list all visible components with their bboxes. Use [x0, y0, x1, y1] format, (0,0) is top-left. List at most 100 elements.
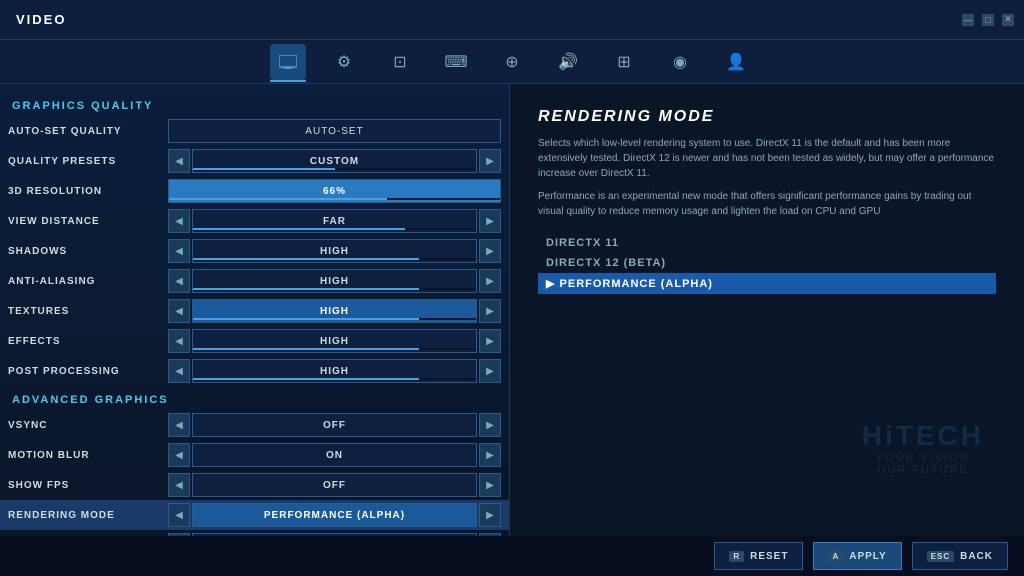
anti-aliasing-right[interactable]: ▶ [479, 269, 501, 293]
setting-row-effects[interactable]: EFFECTS ◀ HIGH ▶ [0, 326, 509, 356]
setting-row-view-distance[interactable]: VIEW DISTANCE ◀ FAR ▶ [0, 206, 509, 236]
setting-row-motion-blur[interactable]: MOTION BLUR ◀ ON ▶ [0, 440, 509, 470]
control-anti-aliasing: ◀ HIGH ▶ [168, 269, 501, 293]
tab-audio[interactable]: 🔊 [550, 44, 586, 80]
label-shadows: SHADOWS [8, 246, 168, 257]
tab-gamepad1[interactable]: ⊕ [494, 44, 530, 80]
setting-row-vsync[interactable]: VSYNC ◀ OFF ▶ [0, 410, 509, 440]
control-auto-set: AUTO-SET [168, 119, 501, 143]
rendering-mode-right[interactable]: ▶ [479, 503, 501, 527]
tab-network[interactable]: ⊞ [606, 44, 642, 80]
label-auto-set: AUTO-SET QUALITY [8, 126, 168, 137]
value-quality-presets: CUSTOM [192, 149, 477, 173]
show-fps-left[interactable]: ◀ [168, 473, 190, 497]
setting-row-anti-aliasing[interactable]: ANTI-ALIASING ◀ HIGH ▶ [0, 266, 509, 296]
control-post-processing: ◀ HIGH ▶ [168, 359, 501, 383]
tab-display[interactable]: ⊡ [382, 44, 418, 80]
main-content: GRAPHICS QUALITY AUTO-SET QUALITY AUTO-S… [0, 84, 1024, 536]
setting-row-textures[interactable]: TEXTURES ◀ HIGH ▶ [0, 296, 509, 326]
value-3d-resolution[interactable]: 66% [168, 179, 501, 203]
quality-presets-right[interactable]: ▶ [479, 149, 501, 173]
setting-row-rendering-mode[interactable]: RENDERING MODE ◀ PERFORMANCE (ALPHA) ▶ [0, 500, 509, 530]
post-processing-left[interactable]: ◀ [168, 359, 190, 383]
shadows-right[interactable]: ▶ [479, 239, 501, 263]
vsync-right[interactable]: ▶ [479, 413, 501, 437]
label-anti-aliasing: ANTI-ALIASING [8, 276, 168, 287]
control-3d-resolution: 66% [168, 179, 501, 203]
back-button[interactable]: ESC BACK [912, 542, 1008, 570]
maximize-button[interactable]: □ [982, 14, 994, 26]
rendering-mode-left[interactable]: ◀ [168, 503, 190, 527]
tab-user[interactable]: 👤 [718, 44, 754, 80]
label-quality-presets: QUALITY PRESETS [8, 156, 168, 167]
show-fps-right[interactable]: ▶ [479, 473, 501, 497]
control-vsync: ◀ OFF ▶ [168, 413, 501, 437]
section-graphics-quality: GRAPHICS QUALITY [0, 92, 509, 116]
control-quality-presets: ◀ CUSTOM ▶ [168, 149, 501, 173]
view-distance-right[interactable]: ▶ [479, 209, 501, 233]
rendering-options: DIRECTX 11 DIRECTX 12 (BETA) ▶ PERFORMAN… [538, 233, 996, 294]
label-post-processing: POST PROCESSING [8, 366, 168, 377]
setting-row-auto-set[interactable]: AUTO-SET QUALITY AUTO-SET [0, 116, 509, 146]
textures-right[interactable]: ▶ [479, 299, 501, 323]
vsync-left[interactable]: ◀ [168, 413, 190, 437]
label-motion-blur: MOTION BLUR [8, 450, 168, 461]
textures-left[interactable]: ◀ [168, 299, 190, 323]
effects-left[interactable]: ◀ [168, 329, 190, 353]
left-panel: GRAPHICS QUALITY AUTO-SET QUALITY AUTO-S… [0, 84, 510, 536]
label-vsync: VSYNC [8, 420, 168, 431]
render-option-dx12[interactable]: DIRECTX 12 (BETA) [538, 253, 996, 273]
back-key: ESC [927, 551, 954, 562]
value-textures: HIGH [192, 299, 477, 323]
tab-video[interactable] [270, 44, 306, 80]
control-view-distance: ◀ FAR ▶ [168, 209, 501, 233]
control-show-fps: ◀ OFF ▶ [168, 473, 501, 497]
value-view-distance: FAR [192, 209, 477, 233]
reset-button[interactable]: R RESET [714, 542, 803, 570]
value-post-processing: HIGH [192, 359, 477, 383]
render-option-performance[interactable]: ▶ PERFORMANCE (ALPHA) [538, 273, 996, 294]
render-option-arrow: ▶ [546, 278, 560, 290]
rendering-mode-title: RENDERING MODE [538, 108, 996, 126]
setting-row-3d-resolution[interactable]: 3D RESOLUTION 66% [0, 176, 509, 206]
window-controls: — □ ✕ [962, 14, 1014, 26]
anti-aliasing-left[interactable]: ◀ [168, 269, 190, 293]
motion-blur-left[interactable]: ◀ [168, 443, 190, 467]
value-motion-blur: ON [192, 443, 477, 467]
control-rendering-mode: ◀ PERFORMANCE (ALPHA) ▶ [168, 503, 501, 527]
title-bar: VIDEO — □ ✕ [0, 0, 1024, 40]
setting-row-post-processing[interactable]: POST PROCESSING ◀ HIGH ▶ [0, 356, 509, 386]
bottom-bar: R RESET A APPLY ESC BACK [0, 536, 1024, 576]
value-show-fps: OFF [192, 473, 477, 497]
motion-blur-right[interactable]: ▶ [479, 443, 501, 467]
apply-button[interactable]: A APPLY [813, 542, 901, 570]
tab-controller[interactable]: ◉ [662, 44, 698, 80]
tab-settings[interactable]: ⚙ [326, 44, 362, 80]
setting-row-quality-presets[interactable]: QUALITY PRESETS ◀ CUSTOM ▶ [0, 146, 509, 176]
reset-key: R [729, 551, 744, 562]
control-motion-blur: ◀ ON ▶ [168, 443, 501, 467]
value-rendering-mode: PERFORMANCE (ALPHA) [192, 503, 477, 527]
tab-keyboard[interactable]: ⌨ [438, 44, 474, 80]
value-auto-set[interactable]: AUTO-SET [168, 119, 501, 143]
label-show-fps: SHOW FPS [8, 480, 168, 491]
apply-key: A [828, 551, 843, 562]
render-option-dx11[interactable]: DIRECTX 11 [538, 233, 996, 253]
value-vsync: OFF [192, 413, 477, 437]
quality-presets-left[interactable]: ◀ [168, 149, 190, 173]
view-distance-left[interactable]: ◀ [168, 209, 190, 233]
nav-tabs: ⚙ ⊡ ⌨ ⊕ 🔊 ⊞ ◉ 👤 [0, 40, 1024, 84]
setting-row-show-fps[interactable]: SHOW FPS ◀ OFF ▶ [0, 470, 509, 500]
label-effects: EFFECTS [8, 336, 168, 347]
section-advanced-graphics: ADVANCED GRAPHICS [0, 386, 509, 410]
post-processing-right[interactable]: ▶ [479, 359, 501, 383]
rendering-mode-desc1: Selects which low-level rendering system… [538, 136, 996, 219]
shadows-left[interactable]: ◀ [168, 239, 190, 263]
value-anti-aliasing: HIGH [192, 269, 477, 293]
value-shadows: HIGH [192, 239, 477, 263]
minimize-button[interactable]: — [962, 14, 974, 26]
close-button[interactable]: ✕ [1002, 14, 1014, 26]
setting-row-shadows[interactable]: SHADOWS ◀ HIGH ▶ [0, 236, 509, 266]
effects-right[interactable]: ▶ [479, 329, 501, 353]
page-title: VIDEO [16, 12, 66, 27]
